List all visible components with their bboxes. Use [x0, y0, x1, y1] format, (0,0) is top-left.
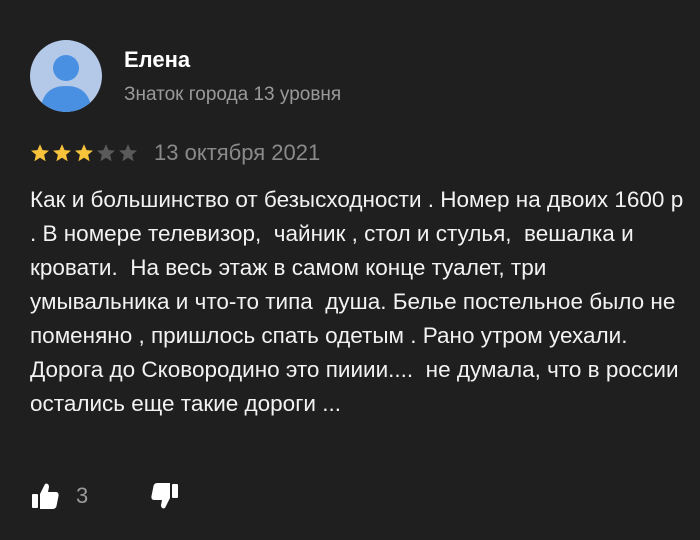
dislike-button[interactable]	[150, 481, 180, 511]
star-rating	[30, 143, 140, 163]
like-button[interactable]: 3	[30, 481, 88, 511]
author-level: Знаток города 13 уровня	[124, 84, 342, 105]
star-empty-icon	[118, 143, 138, 163]
review-date: 13 октября 2021	[154, 140, 321, 165]
star-filled-icon	[52, 143, 72, 163]
user-avatar-icon[interactable]	[30, 40, 102, 112]
rating-row: 13 октября 2021	[30, 140, 320, 166]
review-actions: 3	[30, 478, 180, 514]
star-empty-icon	[96, 143, 116, 163]
author-name[interactable]: Елена	[124, 47, 190, 73]
thumbs-up-icon	[32, 483, 59, 509]
like-count: 3	[76, 483, 89, 508]
review-text: Как и большинство от безысходности . Ном…	[30, 187, 684, 416]
star-filled-icon	[30, 143, 50, 163]
thumbs-down-icon	[151, 483, 179, 509]
star-filled-icon	[74, 143, 94, 163]
review-card: Елена Знаток города 13 уровня 13 октября…	[0, 0, 700, 540]
